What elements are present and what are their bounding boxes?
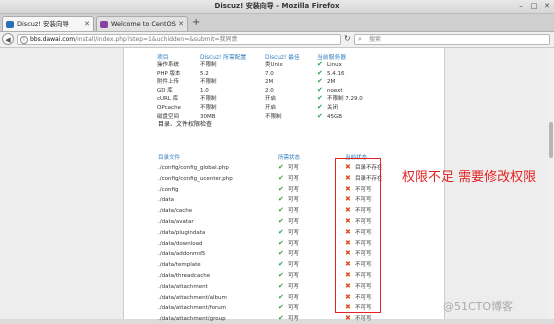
annotation-text: 权限不足 需要修改权限 — [402, 170, 537, 185]
tab-close-icon[interactable]: ✕ — [84, 17, 90, 31]
perm-header-0: 目录文件 — [158, 155, 181, 161]
navigation-bar: ◀ i bbs.dawai.com/install/index.php?step… — [0, 32, 554, 48]
highlight-box — [335, 158, 381, 313]
perm-path: ./data/cache — [158, 208, 193, 215]
check-icon: ✔ — [278, 227, 284, 236]
search-engine-icon[interactable]: ⌕ — [358, 35, 362, 44]
perm-current: 不可写 — [355, 316, 372, 323]
perm-required: 可写 — [288, 316, 300, 323]
close-icon[interactable]: ✕ — [543, 2, 551, 11]
perm-required: 可写 — [288, 251, 300, 258]
window-titlebar: Discuz! 安装向导 - Mozilla Firefox – □ ✕ — [0, 0, 554, 14]
tab-bar: Discuz! 安装向导 ✕ Welcome to CentOS ✕ + — [0, 14, 554, 32]
check-icon: ✔ — [317, 111, 323, 120]
perm-path: ./config/config_global.php — [158, 165, 229, 171]
perm-header-1: 所需状态 — [278, 155, 301, 161]
url-domain: bbs.dawai.com — [30, 36, 76, 43]
perm-required: 可写 — [288, 186, 300, 193]
perm-required: 可写 — [288, 240, 300, 247]
maximize-icon[interactable]: □ — [530, 2, 538, 11]
scrollbar-thumb[interactable] — [549, 122, 553, 158]
check-icon: ✔ — [278, 173, 284, 182]
env-header-2: Discuz! 最佳 — [265, 55, 300, 61]
perm-required: 可写 — [288, 283, 300, 290]
tab-close-icon[interactable]: ✕ — [178, 17, 184, 31]
reload-icon[interactable]: ↻ — [344, 34, 351, 43]
window-controls: – □ ✕ — [517, 2, 551, 11]
perm-path: ./data/avatar — [158, 219, 194, 225]
env-header-0: 项目 — [157, 55, 169, 61]
perm-path: ./data/threadcache — [158, 273, 211, 279]
search-placeholder: 搜索 — [369, 36, 382, 43]
perm-path: ./config — [158, 186, 179, 193]
env-header-1: Discuz! 所需配置 — [200, 55, 247, 61]
env-current: 45GB — [327, 113, 343, 120]
permission-section-title: 目录、文件权限检查 — [158, 121, 213, 128]
back-arrow-icon[interactable]: ◀ — [2, 33, 14, 45]
url-bar[interactable]: i bbs.dawai.com/install/index.php?step=1… — [17, 34, 341, 45]
tab-discuz[interactable]: Discuz! 安装向导 ✕ — [2, 16, 94, 31]
site-info-icon[interactable]: i — [20, 36, 28, 44]
check-icon: ✔ — [278, 303, 284, 312]
perm-path: ./data/attachment — [158, 283, 208, 290]
check-icon: ✔ — [278, 271, 284, 279]
check-icon: ✔ — [278, 184, 284, 193]
perm-required: 可写 — [288, 175, 300, 182]
perm-required: 可写 — [288, 208, 300, 215]
check-icon: ✔ — [278, 249, 284, 258]
perm-path: ./data/attachment/album — [158, 294, 227, 301]
tab-label: Discuz! 安装向导 — [17, 20, 69, 28]
check-icon: ✔ — [278, 238, 284, 247]
check-icon: ✔ — [278, 217, 284, 225]
centos-favicon-icon — [100, 21, 108, 28]
check-icon: ✔ — [278, 281, 284, 290]
perm-required: 可写 — [288, 219, 300, 225]
tab-centos[interactable]: Welcome to CentOS ✕ — [96, 16, 188, 31]
url-path: /install/index.php?step=1&uchidden=&subm… — [75, 36, 238, 43]
perm-path: ./data/attachment/group — [158, 316, 226, 323]
perm-required: 可写 — [288, 229, 300, 236]
new-tab-icon[interactable]: + — [192, 16, 200, 30]
perm-required: 可写 — [288, 294, 300, 301]
env-best: 不限制 — [265, 113, 282, 120]
perm-path: ./data/attachment/forum — [158, 305, 227, 312]
check-icon: ✔ — [278, 163, 284, 171]
perm-path: ./data — [158, 197, 174, 204]
perm-required: 可写 — [288, 305, 300, 312]
perm-required: 可写 — [288, 273, 300, 279]
tab-label: Welcome to CentOS — [111, 20, 176, 28]
perm-required: 可写 — [288, 165, 300, 171]
perm-path: ./data/addonmd5 — [158, 251, 206, 258]
perm-path: ./data/download — [158, 240, 203, 247]
perm-path: ./data/template — [158, 262, 201, 269]
watermark: @51CTO博客 — [443, 300, 514, 313]
discuz-favicon-icon — [6, 21, 14, 28]
perm-required: 可写 — [288, 262, 300, 269]
search-input[interactable]: ⌕ 搜索 — [354, 34, 550, 45]
perm-path: ./config/config_ucenter.php — [158, 175, 233, 182]
check-icon: ✔ — [278, 206, 284, 215]
perm-required: 可写 — [288, 197, 300, 204]
window-title: Discuz! 安装向导 - Mozilla Firefox — [214, 2, 340, 10]
check-icon: ✔ — [278, 292, 284, 301]
minimize-icon[interactable]: – — [517, 2, 525, 11]
perm-path: ./data/plugindata — [158, 229, 206, 236]
check-icon: ✔ — [278, 260, 284, 269]
check-icon: ✔ — [278, 195, 284, 204]
vertical-scrollbar[interactable] — [548, 48, 554, 319]
